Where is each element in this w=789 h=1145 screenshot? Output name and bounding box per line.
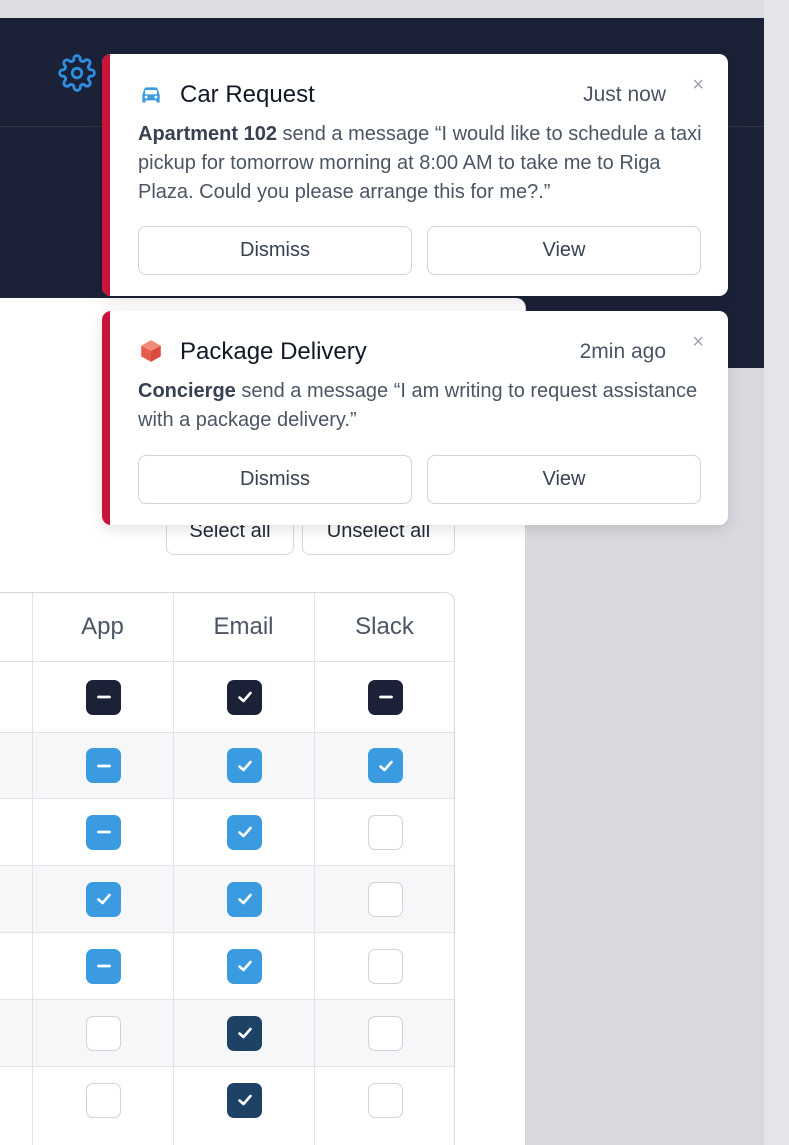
notification-message: Concierge send a message “I am writing t… — [138, 377, 708, 435]
email-checkbox[interactable] — [227, 1082, 262, 1118]
notification-title: Package Delivery — [180, 338, 367, 365]
slack-checkbox[interactable] — [368, 1015, 403, 1051]
close-icon[interactable]: × — [692, 331, 704, 354]
dismiss-button[interactable]: Dismiss — [138, 455, 412, 504]
minus-icon — [96, 830, 111, 834]
notification-card-car-request: Car Request Just now × Apartment 102 sen… — [102, 54, 728, 296]
close-icon[interactable]: × — [692, 74, 704, 97]
car-icon — [142, 87, 160, 103]
view-button[interactable]: View — [427, 455, 701, 504]
minus-icon — [96, 964, 111, 968]
notification-time: Just now — [583, 83, 666, 106]
email-checkbox[interactable] — [227, 679, 262, 715]
checkmark-icon — [237, 1027, 252, 1039]
slack-checkbox[interactable] — [368, 881, 403, 917]
slack-checkbox[interactable] — [368, 1082, 403, 1118]
column-header-slack: Slack — [355, 613, 414, 640]
slack-checkbox[interactable] — [368, 948, 403, 984]
email-checkbox[interactable] — [227, 1015, 262, 1051]
checkmark-icon — [237, 893, 252, 905]
checkmark-icon — [237, 760, 252, 771]
app-checkbox[interactable] — [86, 748, 121, 783]
view-button[interactable]: View — [427, 226, 701, 275]
notification-message: Apartment 102 send a message “I would li… — [138, 120, 708, 207]
column-divider — [314, 593, 315, 1145]
checkmark-icon — [237, 960, 252, 972]
slack-checkbox[interactable] — [368, 748, 403, 783]
checkmark-icon — [96, 893, 111, 905]
notification-time: 2min ago — [579, 340, 666, 363]
column-divider — [32, 593, 33, 1145]
notification-card-package-delivery: Package Delivery 2min ago × Concierge se… — [102, 311, 728, 525]
minus-icon — [96, 695, 111, 699]
notification-title: Car Request — [180, 81, 315, 108]
dismiss-button[interactable]: Dismiss — [138, 226, 412, 275]
minus-icon — [96, 764, 111, 767]
slack-checkbox[interactable] — [368, 679, 403, 715]
notification-sender: Apartment 102 — [138, 123, 277, 145]
email-checkbox[interactable] — [227, 948, 262, 984]
column-header-email: Email — [213, 613, 274, 640]
app-checkbox[interactable] — [86, 881, 121, 917]
app-checkbox[interactable] — [86, 1015, 121, 1051]
app-checkbox[interactable] — [86, 814, 121, 850]
channel-preferences-table: App Email Slack — [0, 592, 455, 1145]
column-header-app: App — [81, 613, 124, 640]
column-divider — [173, 593, 174, 1145]
email-checkbox[interactable] — [227, 814, 262, 850]
notification-sender: Concierge — [138, 380, 236, 402]
checkmark-icon — [237, 826, 252, 838]
slack-checkbox[interactable] — [368, 814, 403, 850]
package-icon — [141, 340, 161, 362]
app-checkbox[interactable] — [86, 1082, 121, 1118]
window-edge — [764, 0, 789, 1145]
checkmark-icon — [237, 691, 252, 703]
app-checkbox[interactable] — [86, 679, 121, 715]
email-checkbox[interactable] — [227, 748, 262, 783]
checkmark-icon — [237, 1094, 252, 1106]
app-checkbox[interactable] — [86, 948, 121, 984]
minus-icon — [378, 695, 393, 699]
checkmark-icon — [378, 760, 393, 771]
email-checkbox[interactable] — [227, 881, 262, 917]
settings-gear-icon[interactable] — [58, 54, 96, 92]
